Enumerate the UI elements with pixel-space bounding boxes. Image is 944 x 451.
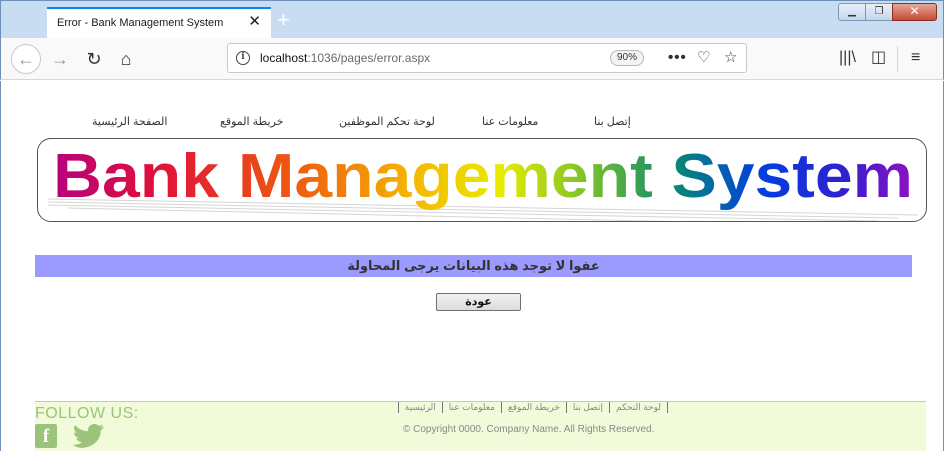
banner-graphic: Bank Management System <box>47 142 919 221</box>
copyright-text: © Copyright 0000. Company Name. All Righ… <box>403 424 655 435</box>
hamburger-menu-icon[interactable]: ≡ <box>911 48 920 68</box>
sidebar-icon[interactable]: ◫ <box>871 48 886 68</box>
browser-titlebar: Error - Bank Management System ✕ + ▁ ❐ ✕ <box>0 0 944 39</box>
footer-link-dashboard[interactable]: لوحة التحكم <box>608 402 668 413</box>
bookmark-star-icon[interactable]: ☆ <box>724 49 737 67</box>
tab-title: Error - Bank Management System <box>57 17 224 29</box>
footer: FOLLOW US: f لوحة التحكم إتصل بنا خريطة … <box>35 401 926 451</box>
home-icon[interactable]: ⌂ <box>111 44 141 74</box>
banner-title: Bank Management System <box>53 142 913 211</box>
back-button[interactable]: عودة <box>436 293 521 311</box>
page-content: الصفحة الرئيسية خريطة الموقع لوحة تحكم ا… <box>0 81 944 451</box>
pocket-icon[interactable]: ♡ <box>697 49 710 67</box>
twitter-icon[interactable] <box>71 424 105 451</box>
footer-link-about[interactable]: معلومات عنا <box>441 402 501 413</box>
tab-close-icon[interactable]: ✕ <box>248 14 261 29</box>
nav-link-contact[interactable]: إتصل بنا <box>594 115 631 128</box>
error-message: عفوا لا توجد هذه البيانات يرجى المحاولة <box>35 255 912 277</box>
toolbar-separator <box>897 46 898 72</box>
url-text[interactable]: localhost:1036/pages/error.aspx <box>260 51 430 65</box>
url-host: localhost <box>260 51 308 65</box>
footer-link-sitemap[interactable]: خريطة الموقع <box>500 402 566 413</box>
facebook-icon[interactable]: f <box>35 424 57 448</box>
footer-link-contact[interactable]: إتصل بنا <box>565 402 609 413</box>
follow-us-label: FOLLOW US: <box>35 405 139 422</box>
footer-links: لوحة التحكم إتصل بنا خريطة الموقع معلوما… <box>397 402 668 413</box>
window-close-button[interactable]: ✕ <box>892 3 937 21</box>
new-tab-button[interactable]: + <box>277 9 290 31</box>
reload-icon[interactable]: ↻ <box>79 44 109 74</box>
forward-arrow-icon[interactable]: → <box>45 44 75 74</box>
site-info-icon[interactable]: i <box>236 51 250 65</box>
browser-tab-active[interactable]: Error - Bank Management System ✕ <box>47 7 271 39</box>
url-path: :1036/pages/error.aspx <box>307 51 431 65</box>
window-maximize-button[interactable]: ❐ <box>865 3 893 21</box>
back-arrow-icon[interactable]: ← <box>11 44 41 74</box>
window-minimize-button[interactable]: ▁ <box>838 3 866 21</box>
page-actions-icon[interactable]: ••• <box>668 49 687 67</box>
nav-link-about[interactable]: معلومات عنا <box>482 115 538 128</box>
library-icon[interactable]: |||\ <box>839 48 856 68</box>
nav-link-employee-panel[interactable]: لوحة تحكم الموظفين <box>339 115 435 128</box>
address-bar[interactable]: i localhost:1036/pages/error.aspx 90% ••… <box>227 43 747 73</box>
bank-banner: Bank Management System <box>37 138 927 222</box>
browser-toolbar: ← → ↻ ⌂ i localhost:1036/pages/error.asp… <box>0 38 944 80</box>
zoom-level-badge[interactable]: 90% <box>610 50 644 66</box>
nav-link-sitemap[interactable]: خريطة الموقع <box>220 115 283 128</box>
nav-link-home[interactable]: الصفحة الرئيسية <box>92 115 167 128</box>
footer-link-home[interactable]: الرئيسية <box>397 402 442 413</box>
